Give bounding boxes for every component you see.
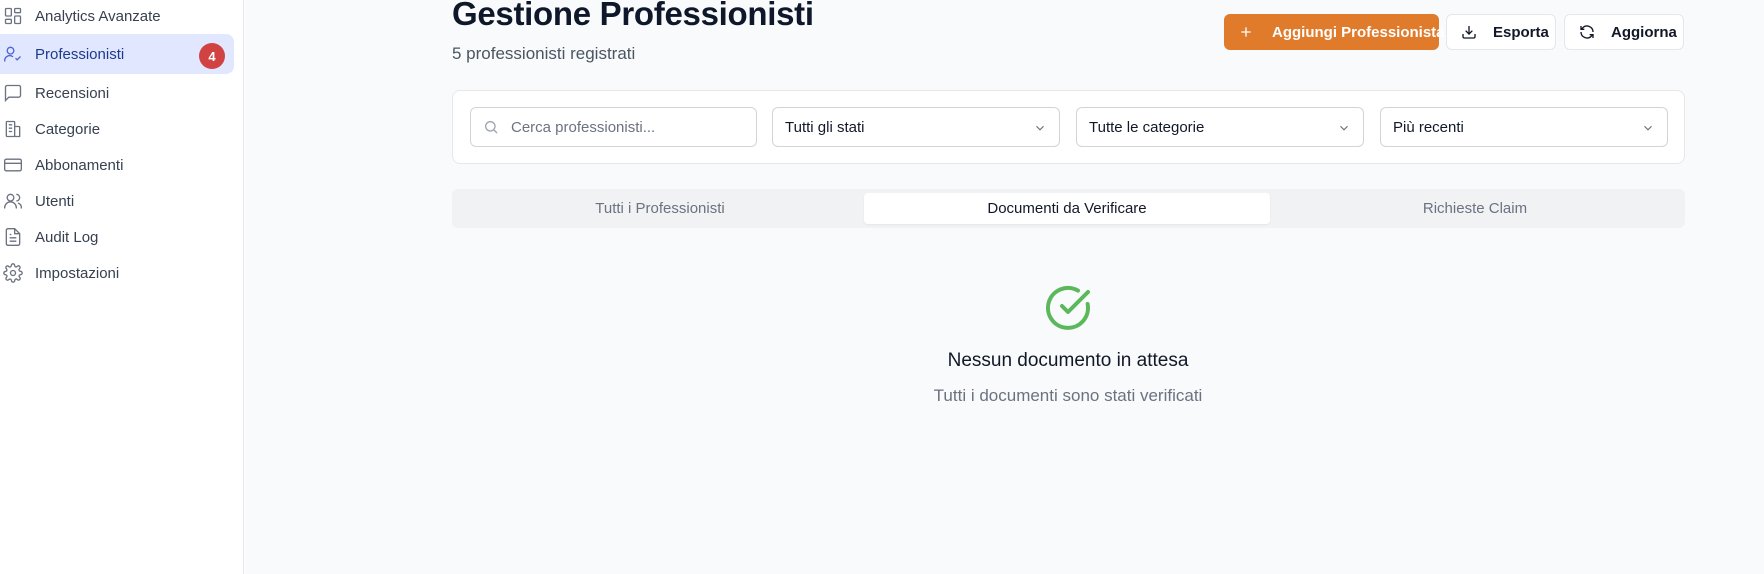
file-text-icon bbox=[2, 226, 24, 248]
download-icon bbox=[1461, 24, 1477, 40]
empty-state-title: Nessun documento in attesa bbox=[947, 350, 1189, 371]
sort-value: Più recenti bbox=[1393, 118, 1464, 136]
message-square-icon bbox=[2, 82, 24, 104]
sidebar-item-label: Audit Log bbox=[35, 228, 99, 246]
credit-card-icon bbox=[2, 154, 24, 176]
page-subtitle: 5 professionisti registrati bbox=[452, 44, 636, 63]
sidebar-item-audit-log[interactable]: Audit Log bbox=[0, 217, 234, 257]
sidebar-item-analytics[interactable]: Analytics Avanzate bbox=[0, 0, 234, 36]
refresh-button[interactable]: Aggiorna bbox=[1564, 14, 1684, 50]
building-icon bbox=[2, 118, 24, 140]
sidebar-item-professionisti[interactable]: Professionisti 4 bbox=[0, 34, 234, 74]
sort-select[interactable]: Più recenti bbox=[1380, 107, 1668, 147]
category-filter-select[interactable]: Tutte le categorie bbox=[1076, 107, 1364, 147]
check-circle-icon bbox=[1046, 285, 1090, 330]
sidebar-item-utenti[interactable]: Utenti bbox=[0, 181, 234, 221]
chevron-down-icon bbox=[1036, 125, 1044, 131]
sidebar: Analytics Avanzate Professionisti 4 Rece… bbox=[0, 0, 244, 574]
gear-icon bbox=[2, 262, 24, 284]
chevron-down-icon bbox=[1644, 125, 1652, 131]
sidebar-item-recensioni[interactable]: Recensioni bbox=[0, 73, 234, 113]
tab-list: Tutti i Professionisti Documenti da Veri… bbox=[452, 189, 1685, 228]
sidebar-item-impostazioni[interactable]: Impostazioni bbox=[0, 253, 234, 293]
tab-all-professionals[interactable]: Tutti i Professionisti bbox=[457, 193, 863, 224]
sidebar-item-label: Utenti bbox=[35, 192, 75, 210]
dashboard-grid-icon bbox=[2, 5, 24, 27]
notification-badge: 4 bbox=[199, 43, 225, 69]
main-content bbox=[245, 0, 1764, 574]
tab-documents-to-verify[interactable]: Documenti da Verificare bbox=[864, 193, 1270, 224]
sidebar-item-label: Recensioni bbox=[35, 84, 110, 102]
category-filter-value: Tutte le categorie bbox=[1089, 118, 1205, 136]
sidebar-item-label: Categorie bbox=[35, 120, 101, 138]
sidebar-item-label: Professionisti bbox=[35, 45, 125, 63]
sidebar-item-categorie[interactable]: Categorie bbox=[0, 109, 234, 149]
user-check-icon bbox=[2, 43, 24, 65]
users-icon bbox=[2, 190, 24, 212]
sidebar-item-label: Abbonamenti bbox=[35, 156, 124, 174]
status-filter-select[interactable]: Tutti gli stati bbox=[772, 107, 1060, 147]
sidebar-item-abbonamenti[interactable]: Abbonamenti bbox=[0, 145, 234, 185]
sidebar-item-label: Analytics Avanzate bbox=[35, 7, 161, 25]
plus-icon bbox=[1238, 24, 1254, 40]
filter-bar: Tutti gli stati Tutte le categorie Più r… bbox=[452, 90, 1685, 164]
search-input[interactable] bbox=[511, 108, 751, 146]
add-professional-button[interactable]: Aggiungi Professionista bbox=[1224, 14, 1445, 50]
status-filter-value: Tutti gli stati bbox=[785, 118, 865, 136]
tab-claim-requests[interactable]: Richieste Claim bbox=[1272, 193, 1678, 224]
chevron-down-icon bbox=[1340, 125, 1348, 131]
page-title: Gestione Professionisti bbox=[452, 0, 814, 32]
search-icon bbox=[485, 121, 498, 134]
export-button[interactable]: Esporta bbox=[1446, 14, 1556, 50]
add-professional-label: Aggiungi Professionista bbox=[1272, 23, 1445, 41]
sidebar-item-label: Impostazioni bbox=[35, 264, 120, 282]
export-label: Esporta bbox=[1493, 23, 1549, 41]
empty-state-subtitle: Tutti i documenti sono stati verificati bbox=[933, 386, 1203, 405]
search-box[interactable] bbox=[470, 107, 757, 147]
refresh-label: Aggiorna bbox=[1611, 23, 1677, 41]
refresh-icon bbox=[1579, 24, 1595, 40]
